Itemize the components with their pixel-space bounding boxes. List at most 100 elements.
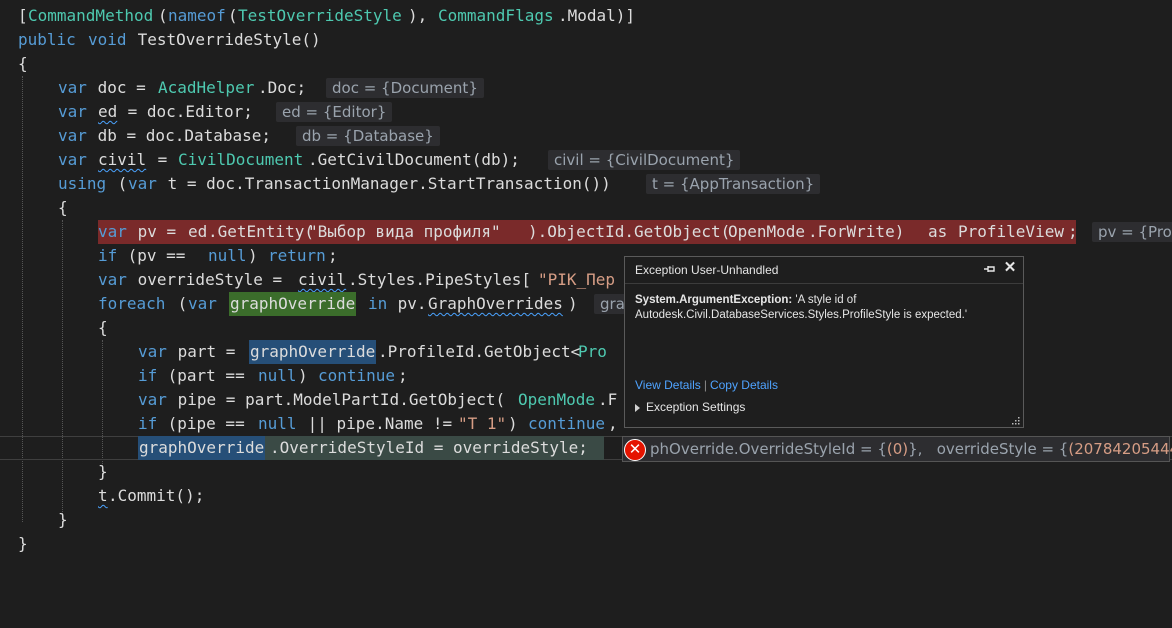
token: "Т 1": [458, 414, 507, 433]
exception-settings-expander[interactable]: Exception Settings: [635, 400, 745, 414]
datatip-t[interactable]: t = {AppTransaction}: [646, 174, 821, 194]
token: {: [18, 54, 28, 73]
token: doc =: [88, 78, 156, 97]
code-line-4: var doc = AcadHelper .Doc; doc = {Docume…: [0, 76, 484, 100]
code-line-23: }: [0, 532, 28, 556]
token: nameof: [168, 6, 226, 25]
token: var: [138, 342, 167, 361]
code-line-3: {: [0, 52, 28, 76]
token: TestOverrideStyle(): [128, 30, 321, 49]
token: continue: [318, 366, 396, 385]
token: var: [58, 150, 87, 169]
token: var: [188, 294, 217, 313]
datatip-doc[interactable]: doc = {Document}: [326, 78, 484, 98]
token: }: [98, 462, 108, 481]
token: CommandMethod: [28, 6, 154, 25]
exception-message: System.ArgumentException: 'A style id of…: [635, 294, 968, 321]
token: ;: [398, 366, 408, 385]
token: OpenMode: [518, 390, 596, 409]
popup-links: View Details | Copy Details: [635, 378, 778, 392]
token: ,: [608, 414, 618, 433]
token: t = doc.TransactionManager.StartTransact…: [158, 174, 611, 193]
token: (pipe ==: [158, 414, 255, 433]
token: graphOverride: [249, 340, 377, 364]
token: .OverrideStyleId = overrideStyle;: [270, 438, 588, 457]
datatip-pv[interactable]: pv = {Prof: [1092, 222, 1172, 242]
copy-details-link[interactable]: Copy Details: [710, 378, 778, 392]
token: }: [58, 510, 68, 529]
link-separator: |: [703, 378, 707, 392]
token: in: [368, 294, 388, 313]
resize-grip-icon[interactable]: [1010, 414, 1020, 425]
code-line-6: var db = doc.Database; db = {Database}: [0, 124, 440, 148]
token: .ProfileId.GetObject<: [378, 342, 581, 361]
datatip-civil[interactable]: civil = {CivilDocument}: [548, 150, 741, 170]
code-line-7: var civil = CivilDocument .GetCivilDocum…: [0, 148, 741, 172]
token: void: [88, 30, 127, 49]
token: {: [98, 318, 108, 337]
token: civil: [298, 270, 347, 289]
token: (pv ==: [118, 246, 196, 265]
code-line-15: var part = graphOverride .ProfileId.GetO…: [0, 340, 607, 364]
token: }: [18, 534, 28, 553]
token: public: [18, 30, 76, 49]
token: ): [298, 366, 318, 385]
token: null: [208, 246, 247, 265]
code-line-21: t .Commit();: [0, 484, 204, 508]
datatip-ed[interactable]: ed = {Editor}: [276, 102, 393, 122]
code-line-12: var overrideStyle = civil .Styles.PipeSt…: [0, 268, 615, 292]
token: (: [108, 174, 128, 193]
token: .Commit();: [108, 486, 205, 505]
token: ): [568, 294, 578, 313]
token: ): [508, 414, 528, 433]
code-line-16: if (part == null ) continue ;: [0, 364, 408, 388]
token: =: [148, 150, 177, 169]
exception-helper-popup: Exception User-Unhandled ✕ System.Argume…: [624, 256, 1024, 428]
code-line-1: [ CommandMethod ( nameof ( TestOverrideS…: [0, 4, 635, 28]
token: var: [98, 222, 127, 241]
token: if: [138, 414, 158, 433]
token: if: [138, 366, 158, 385]
token: ),: [408, 6, 437, 25]
code-line-5: var ed = doc.Editor; ed = {Editor}: [0, 100, 393, 124]
token: pv.: [388, 294, 427, 313]
token: graphOverride: [138, 436, 266, 460]
token: foreach: [98, 294, 166, 313]
pin-icon[interactable]: [983, 262, 997, 276]
exception-datatip-text: phOverride.OverrideStyleId = {(0)}, over…: [650, 440, 1172, 458]
view-details-link[interactable]: View Details: [635, 378, 701, 392]
token: (: [158, 6, 168, 25]
datatip-db[interactable]: db = {Database}: [296, 126, 440, 146]
token: var: [138, 390, 167, 409]
token: [: [18, 6, 28, 25]
token: db = doc.Database;: [88, 126, 272, 145]
token: ;: [1068, 222, 1078, 241]
code-line-9: {: [0, 196, 68, 220]
token: "Выбор вида профиля": [308, 222, 501, 241]
token: GraphOverrides: [428, 294, 563, 313]
exception-settings-label: Exception Settings: [646, 400, 746, 414]
token: ;: [328, 246, 338, 265]
token: t: [98, 486, 108, 505]
code-line-17: var pipe = part.ModelPartId.GetObject( O…: [0, 388, 617, 412]
token: var: [58, 78, 87, 97]
token: .Modal)]: [558, 6, 636, 25]
token: CommandFlags: [438, 6, 554, 25]
token: Pro: [578, 342, 607, 361]
token: using: [58, 174, 107, 193]
token: var: [98, 270, 127, 289]
token: pv =: [128, 222, 186, 241]
token: || pipe.Name !=: [298, 414, 462, 433]
code-line-10: var pv = ed .GetEntity( "Выбор вида проф…: [0, 220, 1172, 244]
popup-header: Exception User-Unhandled ✕: [625, 257, 1023, 284]
token: as: [928, 222, 948, 241]
close-icon[interactable]: ✕: [1003, 260, 1017, 275]
token: ProfileView: [958, 222, 1064, 241]
token: var: [58, 126, 87, 145]
token: {: [58, 198, 68, 217]
code-line-11: if (pv == null ) return ;: [0, 244, 338, 268]
code-line-14: {: [0, 316, 108, 340]
token: (part ==: [158, 366, 255, 385]
code-line-20: }: [0, 460, 108, 484]
token: null: [258, 366, 297, 385]
